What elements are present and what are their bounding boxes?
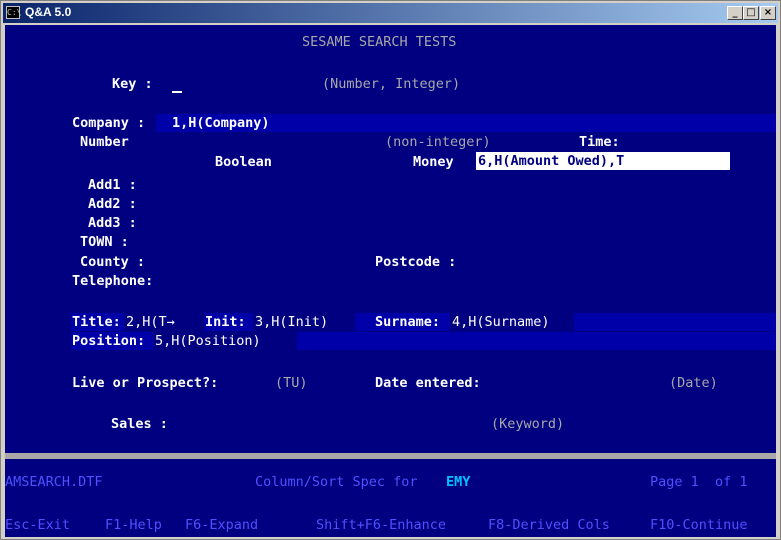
app-window: C:\ Q&A 5.0 _ □ × SESAME SEARCH TESTS Ke… — [0, 0, 781, 540]
key-shift-f6[interactable]: Shift+F6-Enhance — [316, 516, 446, 534]
title-bar[interactable]: C:\ Q&A 5.0 _ □ × — [3, 3, 778, 23]
spec-text: Column/Sort Spec for — [255, 474, 418, 490]
company-label: Company : — [72, 115, 146, 131]
county-label: County : — [80, 254, 146, 270]
spec-name: EMY — [446, 474, 471, 490]
sales-label: Sales : — [111, 416, 168, 432]
boolean-label: Boolean — [215, 154, 272, 170]
sales-hint: (Keyword) — [491, 416, 565, 432]
form-heading: SESAME SEARCH TESTS — [302, 34, 457, 50]
live-label: Live or Prospect?: — [72, 375, 219, 391]
key-f1[interactable]: F1-Help — [105, 516, 162, 534]
live-hint: (TU) — [275, 375, 308, 391]
minimize-button[interactable]: _ — [727, 6, 743, 20]
close-button[interactable]: × — [760, 6, 776, 20]
text-cursor — [172, 91, 182, 93]
add3-label: Add3 : — [88, 215, 137, 231]
key-label: Key : — [112, 76, 153, 92]
town-label: TOWN : — [80, 234, 129, 250]
window-title: Q&A 5.0 — [25, 5, 72, 19]
company-field-spec: 1,H(Company) — [172, 115, 270, 131]
init-field-spec: 3,H(Init) — [255, 314, 329, 330]
date-label: Date entered: — [375, 375, 481, 391]
key-f8[interactable]: F8-Derived Cols — [488, 516, 610, 534]
time-label: Time: — [579, 134, 620, 150]
date-hint: (Date) — [669, 375, 718, 391]
key-f10[interactable]: F10-Continue — [650, 516, 748, 534]
separator — [5, 453, 776, 459]
title-field[interactable]: 2,H(T→ — [124, 313, 204, 331]
money-field-spec: 6,H(Amount Owed),T — [478, 153, 625, 169]
console-screen[interactable]: SESAME SEARCH TESTS Key : (Number, Integ… — [5, 25, 776, 537]
number-label: Number — [80, 134, 129, 150]
money-field[interactable]: 6,H(Amount Owed),T — [476, 152, 730, 170]
add2-label: Add2 : — [88, 196, 137, 212]
surname-label: Surname: — [375, 314, 441, 330]
title-label: Title: — [72, 314, 121, 330]
position-field-spec: 5,H(Position) — [155, 333, 261, 349]
surname-field-spec: 4,H(Surname) — [452, 314, 550, 330]
key-esc[interactable]: Esc-Exit — [5, 516, 70, 534]
postcode-label: Postcode : — [375, 254, 457, 270]
key-f6[interactable]: F6-Expand — [185, 516, 258, 534]
file-name: AMSEARCH.DTF — [5, 474, 103, 490]
position-label: Position: — [72, 333, 146, 349]
surname-field[interactable]: 4,H(Surname) — [450, 313, 574, 331]
init-label: Init: — [205, 314, 246, 330]
position-field[interactable]: 5,H(Position) — [153, 332, 297, 350]
number-hint: (non-integer) — [385, 134, 491, 150]
page-indicator: Page 1 of 1 — [650, 474, 748, 490]
console-icon[interactable]: C:\ — [6, 6, 21, 19]
init-field[interactable]: 3,H(Init) — [253, 313, 355, 331]
key-hint: (Number, Integer) — [322, 76, 461, 92]
maximize-button[interactable]: □ — [743, 6, 759, 20]
title-field-spec: 2,H(T→ — [126, 314, 175, 330]
telephone-label: Telephone: — [72, 273, 154, 289]
money-label: Money — [413, 154, 454, 170]
add1-label: Add1 : — [88, 177, 137, 193]
